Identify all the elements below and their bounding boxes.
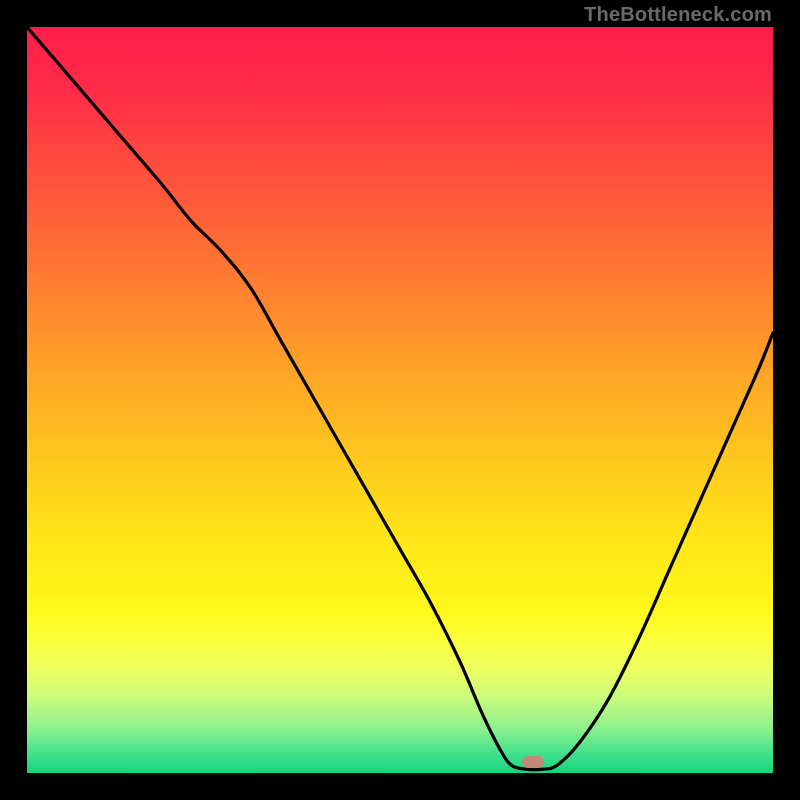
bottleneck-curve (27, 27, 773, 773)
plot-area (27, 27, 773, 773)
watermark-text: TheBottleneck.com (584, 4, 772, 27)
optimal-point-marker (522, 756, 544, 768)
chart-frame: TheBottleneck.com (0, 0, 800, 800)
